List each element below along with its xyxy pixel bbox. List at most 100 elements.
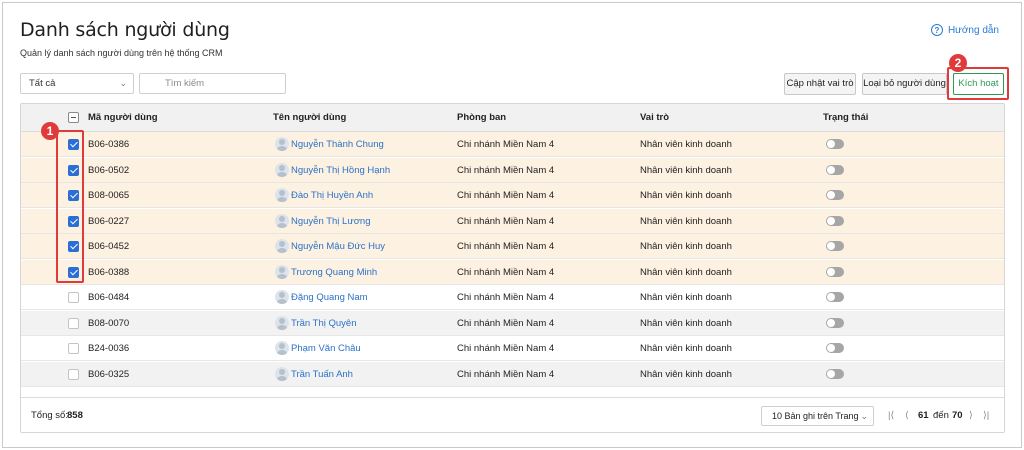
row-checkbox[interactable] <box>68 139 79 150</box>
user-name-link[interactable]: Nguyễn Mậu Đức Huy <box>291 234 385 259</box>
status-toggle[interactable] <box>826 215 844 226</box>
avatar-icon <box>275 341 289 355</box>
user-code: B08-0065 <box>88 190 130 201</box>
select-all-checkbox[interactable] <box>68 112 79 123</box>
status-toggle[interactable] <box>826 266 844 277</box>
status-toggle[interactable] <box>826 241 844 251</box>
avatar-icon <box>275 137 289 151</box>
row-checkbox[interactable] <box>68 266 79 278</box>
user-name-link[interactable]: Trương Quang Minh <box>291 260 377 285</box>
column-header-status: Trạng thái <box>823 112 869 123</box>
table-row[interactable]: B06-0502 Nguyễn Thị Hồng Hạnh Chi nhánh Mi… <box>21 157 1004 183</box>
role: Nhân viên kinh doanh <box>640 292 732 303</box>
status-filter-select[interactable]: Tất cả ⌄ <box>20 73 134 94</box>
status-toggle[interactable] <box>826 317 844 328</box>
status-toggle[interactable] <box>826 292 844 302</box>
table-row[interactable]: B06-0452 Nguyễn Mậu Đức Huy Chi nhánh Miền… <box>21 234 1004 259</box>
help-link[interactable]: ? Hướng dẫn <box>930 24 999 36</box>
first-page-icon[interactable]: |⟨ <box>888 398 894 432</box>
table-row[interactable]: B06-0388 Trương Quang Minh Chi nhánh Miền … <box>21 259 1004 285</box>
table-footer: Tổng số: 858 10 Bản ghi trên Trang ⌄ |⟨ … <box>21 397 1004 432</box>
row-checkbox[interactable] <box>68 317 79 329</box>
row-checkbox[interactable] <box>68 292 79 303</box>
users-table: Mã người dùng Tên người dùng Phòng ban V… <box>20 103 1005 433</box>
table-row[interactable]: B08-0070 Trần Thị Quyên Chi nhánh Miền Nam… <box>21 310 1004 336</box>
table-row[interactable]: B24-0036 Phạm Văn Châu Chi nhánh Miền Nam … <box>21 336 1004 361</box>
page-title: Danh sách người dùng <box>20 19 230 41</box>
remove-user-button[interactable]: Loại bỏ người dùng <box>862 73 947 95</box>
table-row[interactable]: B06-0484 Đặng Quang Nam Chi nhánh Miền Nam… <box>21 285 1004 310</box>
status-filter-value: Tất cả <box>29 78 56 89</box>
department: Chi nhánh Miền Nam 4 <box>457 241 555 252</box>
avatar-icon <box>275 315 289 330</box>
activate-button[interactable]: Kích hoạt <box>953 73 1004 95</box>
search-input[interactable] <box>139 73 286 94</box>
avatar-icon <box>275 213 289 228</box>
user-name-link[interactable]: Nguyễn Thị Hồng Hạnh <box>291 158 390 183</box>
role: Nhân viên kinh doanh <box>640 241 732 252</box>
question-icon: ? <box>930 24 943 36</box>
range-from: 61 <box>918 410 929 421</box>
user-code: B24-0036 <box>88 343 130 354</box>
table-row[interactable]: B06-0386 Nguyễn Thành Chung Chi nhánh Miền… <box>21 132 1004 157</box>
table-row[interactable]: B06-0227 Nguyễn Thị Lương Chi nhánh Miền N… <box>21 208 1004 234</box>
user-code: B08-0070 <box>88 317 130 329</box>
user-name-link[interactable]: Trần Thị Quyên <box>291 311 356 336</box>
role: Nhân viên kinh doanh <box>640 266 732 278</box>
department: Chi nhánh Miền Nam 4 <box>457 343 555 354</box>
avatar-icon <box>275 239 289 253</box>
next-page-icon[interactable]: ⟩ <box>969 398 973 432</box>
row-checkbox[interactable] <box>68 215 79 227</box>
avatar-icon <box>275 264 289 279</box>
total-count: 858 <box>67 410 83 421</box>
user-code: B06-0325 <box>88 368 130 380</box>
app-window: Danh sách người dùng Quản lý danh sách n… <box>2 2 1022 448</box>
chevron-down-icon: ⌄ <box>119 78 127 88</box>
user-name-link[interactable]: Trần Tuấn Anh <box>291 362 353 387</box>
row-checkbox[interactable] <box>68 343 79 354</box>
update-role-button[interactable]: Cập nhật vai trò <box>784 73 856 95</box>
help-label: Hướng dẫn <box>947 24 999 36</box>
department: Chi nhánh Miền Nam 4 <box>457 317 555 329</box>
department: Chi nhánh Miền Nam 4 <box>457 368 555 380</box>
status-toggle[interactable] <box>826 190 844 200</box>
user-name-link[interactable]: Đặng Quang Nam <box>291 285 368 310</box>
department: Chi nhánh Miền Nam 4 <box>457 139 555 150</box>
status-toggle[interactable] <box>826 164 844 175</box>
page-size-select[interactable]: 10 Bản ghi trên Trang ⌄ <box>761 406 874 426</box>
user-code: B06-0502 <box>88 164 130 176</box>
user-name-link[interactable]: Đào Thị Huyền Anh <box>291 183 373 208</box>
callout-badge-1: 1 <box>41 122 59 140</box>
department: Chi nhánh Miền Nam 4 <box>457 215 555 227</box>
user-code: B06-0388 <box>88 266 130 278</box>
avatar-icon <box>275 290 289 304</box>
status-toggle[interactable] <box>826 343 844 353</box>
row-checkbox[interactable] <box>68 368 79 380</box>
user-name-link[interactable]: Phạm Văn Châu <box>291 336 361 361</box>
status-toggle[interactable] <box>826 368 844 379</box>
role: Nhân viên kinh doanh <box>640 164 732 176</box>
chevron-down-icon: ⌄ <box>860 411 868 421</box>
row-checkbox[interactable] <box>68 164 79 176</box>
range-to-label: đến <box>933 410 949 421</box>
role: Nhân viên kinh doanh <box>640 368 732 380</box>
row-checkbox[interactable] <box>68 190 79 201</box>
department: Chi nhánh Miền Nam 4 <box>457 164 555 176</box>
row-checkbox[interactable] <box>68 241 79 252</box>
callout-badge-2: 2 <box>949 54 967 72</box>
department: Chi nhánh Miền Nam 4 <box>457 266 555 278</box>
user-name-link[interactable]: Nguyễn Thành Chung <box>291 132 384 157</box>
avatar-icon <box>275 162 289 177</box>
role: Nhân viên kinh doanh <box>640 139 732 150</box>
department: Chi nhánh Miền Nam 4 <box>457 292 555 303</box>
table-row[interactable]: B08-0065 Đào Thị Huyền Anh Chi nhánh Miền … <box>21 183 1004 208</box>
user-name-link[interactable]: Nguyễn Thị Lương <box>291 209 371 234</box>
role: Nhân viên kinh doanh <box>640 190 732 201</box>
avatar-icon <box>275 188 289 202</box>
status-toggle[interactable] <box>826 139 844 149</box>
prev-page-icon[interactable]: ⟨ <box>905 398 909 432</box>
last-page-icon[interactable]: ⟩| <box>983 398 989 432</box>
user-code: B06-0227 <box>88 215 130 227</box>
table-header: Mã người dùng Tên người dùng Phòng ban V… <box>21 104 1004 132</box>
table-row[interactable]: B06-0325 Trần Tuấn Anh Chi nhánh Miền Nam … <box>21 361 1004 387</box>
